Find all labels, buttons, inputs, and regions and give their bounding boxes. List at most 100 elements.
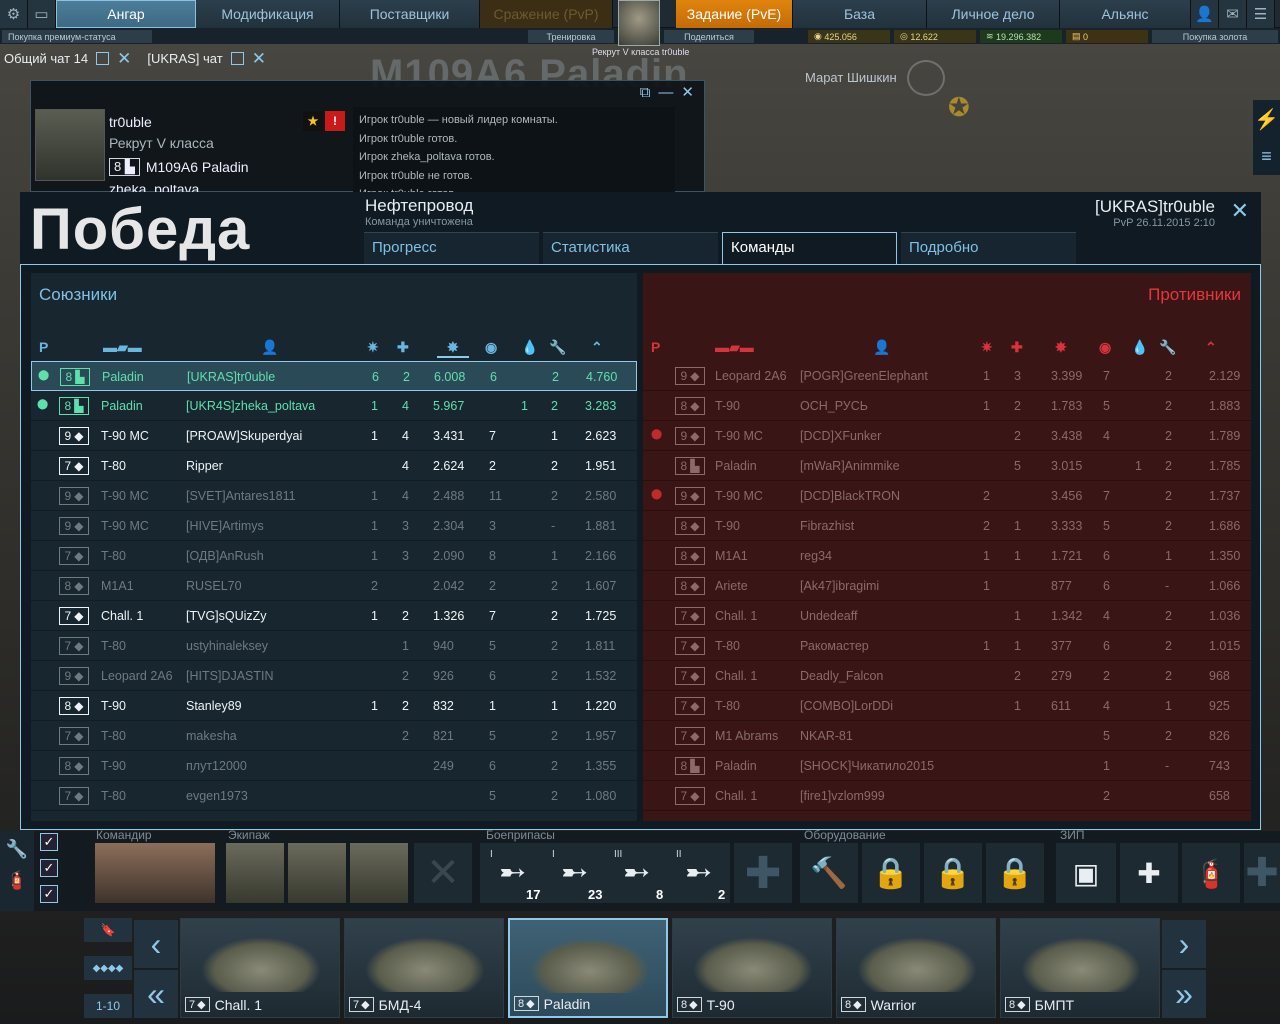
player-portrait[interactable]	[35, 109, 105, 181]
table-row[interactable]: 9 ◆ T-90 MC [HIVE]Artimys 1 3 2.304 3 - 1.881	[31, 511, 637, 541]
crew-portrait[interactable]	[350, 843, 408, 903]
table-row[interactable]: 7 ◆ M1 Abrams NKAR-81 5 2 826	[643, 721, 1251, 751]
repair-column-icon[interactable]: 🔧	[1159, 339, 1176, 356]
kills-column-icon[interactable]: ✷	[367, 339, 379, 356]
auto-repair-checkbox[interactable]: ✓	[40, 833, 58, 851]
window-restore-icon[interactable]: ⧉	[640, 84, 651, 101]
tank-column-icon[interactable]: ▬▰▬	[715, 339, 754, 356]
close-icon[interactable]: ✕	[252, 50, 266, 67]
table-row[interactable]: ⬤ 8 ▙ Paladin [UKRAS]tr0uble 6 2 6.008 6 2 4.760	[31, 361, 637, 391]
tab-pvp[interactable]: Сражение (PvP)	[480, 0, 613, 28]
spotting-column-icon[interactable]: ◉	[1099, 339, 1111, 356]
carousel-next-button[interactable]: ›	[1162, 920, 1206, 968]
screen-icon[interactable]: ▭	[28, 0, 56, 28]
table-row[interactable]: 9 ◆ Leopard 2A6 [POGR]GreenElephant 1 3 3.399 7…	[643, 361, 1251, 391]
table-row[interactable]: 7 ◆ Chall. 1 [TVG]sQUizZy 1 2 1.326 7 2 1.725	[31, 601, 637, 631]
menu-icon[interactable]: ☰	[1247, 0, 1275, 28]
profile-icon[interactable]: 👤	[1191, 0, 1219, 28]
table-row[interactable]: 7 ◆ T-80 makesha 2 821 5 2 1.957	[31, 721, 637, 751]
table-row[interactable]: 8 ◆ M1A1 reg34 1 1 1.721 6 1 1.350	[643, 541, 1251, 571]
capture-column-icon[interactable]: 💧	[1131, 339, 1148, 356]
carousel-prev-button[interactable]: ‹	[134, 920, 178, 968]
table-row[interactable]: 7 ◆ T-80 Ripper 4 2.624 2 2 1.951	[31, 451, 637, 481]
crew-portrait[interactable]	[226, 843, 284, 903]
damage-column-icon[interactable]: ✸	[1055, 339, 1067, 356]
score-column-icon[interactable]: ⌃	[1205, 339, 1217, 356]
player-column-icon[interactable]: 👤	[873, 339, 890, 356]
carousel-first-button[interactable]: «	[134, 970, 178, 1018]
shell-icon[interactable]: ➹	[676, 849, 722, 895]
kills-column-icon[interactable]: ✷	[981, 339, 993, 356]
tank-column-icon[interactable]: ▬▰▬	[103, 339, 142, 356]
close-icon[interactable]: ✕	[1231, 198, 1249, 224]
crew-portrait[interactable]	[288, 843, 346, 903]
class-filter-icon[interactable]: ◆◆◆◆	[84, 956, 132, 980]
add-ammo-icon[interactable]: ✚	[734, 843, 792, 903]
carousel-tank-card[interactable]: 7 ◆ БМД-4	[344, 918, 504, 1018]
table-row[interactable]: ⬤ 9 ◆ T-90 MC [DCD]XFunker 2 3.438 4 2 1.789	[643, 421, 1251, 451]
level-filter[interactable]: 1-10	[84, 994, 132, 1018]
carousel-tank-card[interactable]: 8 ◆ БМПТ	[1000, 918, 1160, 1018]
damage-column-icon[interactable]: ✸	[437, 339, 469, 358]
equipment-hammer-icon[interactable]: 🔨	[800, 843, 858, 903]
table-row[interactable]: 7 ◆ Chall. 1 [fire1]vzlom999 2 658	[643, 781, 1251, 811]
tab-pve[interactable]: Задание (PvE)	[676, 0, 793, 28]
table-row[interactable]: ⬤ 8 ▙ Paladin [UKR4S]zheka_poltava 1 4 5.967 1 2 3…	[31, 391, 637, 421]
wrench-icon[interactable]: 🔧	[0, 839, 34, 860]
tab-progress[interactable]: Прогресс	[364, 232, 539, 264]
score-column-icon[interactable]: ⌃	[591, 339, 603, 356]
auto-ammo-checkbox[interactable]: ✓	[40, 859, 58, 877]
assists-column-icon[interactable]: ✚	[1011, 339, 1023, 356]
minimize-icon[interactable]: —	[658, 84, 673, 101]
messages-icon[interactable]: ✉	[1219, 0, 1247, 28]
repair-kit-icon[interactable]: ▣	[1056, 843, 1116, 903]
settings-gear-icon[interactable]: ⚙	[0, 0, 28, 28]
commander-portrait[interactable]	[95, 843, 215, 903]
table-row[interactable]: 8 ◆ Ariete [Ak47]ibragimi 1 877 6 - 1.066	[643, 571, 1251, 601]
general-chat-label[interactable]: Общий чат 14	[4, 51, 88, 66]
table-row[interactable]: ⬤ 9 ◆ T-90 MC [DCD]BlackTRON 2 3.456 7 2 1.737	[643, 481, 1251, 511]
table-row[interactable]: 7 ◆ T-80 [ОДВ]AnRush 1 3 2.090 8 1 2.166	[31, 541, 637, 571]
table-row[interactable]: 9 ◆ T-90 MC [PROAW]Skuperdyai 1 4 3.431 7 1 2.623	[31, 421, 637, 451]
table-row[interactable]: 8 ▙ Paladin [mWaR]Animmike 5 3.015 1 2 1.785	[643, 451, 1251, 481]
bookmark-icon[interactable]: 🔖	[84, 918, 132, 942]
auto-equipment-checkbox[interactable]: ✓	[40, 885, 58, 903]
player-column-icon[interactable]: 👤	[261, 339, 278, 356]
table-row[interactable]: 9 ◆ Leopard 2A6 [HITS]DJASTIN 2 926 6 2 1.532	[31, 661, 637, 691]
table-row[interactable]: 7 ◆ Chall. 1 Deadly_Falcon 2 279 2 2 968	[643, 661, 1251, 691]
list-icon[interactable]: ≡	[1253, 138, 1280, 174]
extinguisher-icon[interactable]: 🧯	[1182, 843, 1240, 903]
table-row[interactable]: 8 ◆ T-90 ОСН_РУСЬ 1 2 1.783 5 2 1.883	[643, 391, 1251, 421]
general-chat-checkbox[interactable]	[96, 51, 110, 65]
clan-chat-checkbox[interactable]	[230, 51, 244, 65]
carousel-tank-card[interactable]: 7 ◆ Chall. 1	[180, 918, 340, 1018]
table-row[interactable]: 7 ◆ T-80 Ракомастер 1 1 377 6 2 1.015	[643, 631, 1251, 661]
training-button[interactable]: Тренировка	[528, 30, 614, 43]
add-zip-icon[interactable]: ✚	[1244, 843, 1280, 903]
assists-column-icon[interactable]: ✚	[397, 339, 409, 356]
repair-column-icon[interactable]: 🔧	[549, 339, 566, 356]
tab-teams[interactable]: Команды	[722, 232, 897, 265]
tab-modification[interactable]: Модификация	[196, 0, 340, 28]
carousel-tank-card[interactable]: 8 ◆ Warrior	[836, 918, 996, 1018]
table-row[interactable]: 7 ◆ Chall. 1 Undedeaff 1 1.342 4 2 1.036	[643, 601, 1251, 631]
tab-personal-file[interactable]: Личное дело	[927, 0, 1060, 28]
first-aid-kit-icon[interactable]: ✚	[1120, 843, 1178, 903]
spotting-column-icon[interactable]: ◉	[485, 339, 497, 356]
table-row[interactable]: 8 ▙ Paladin [SHOCK]Чикатило2015 1 - 743	[643, 751, 1251, 781]
tab-suppliers[interactable]: Поставщики	[340, 0, 480, 28]
table-row[interactable]: 7 ◆ T-80 evgen1973 5 2 1.080	[31, 781, 637, 811]
tab-statistics[interactable]: Статистика	[543, 232, 718, 264]
buy-premium-button[interactable]: Покупка премиум-статуса	[2, 30, 152, 43]
carousel-tank-card[interactable]: 8 ◆ T-90	[672, 918, 832, 1018]
empty-crew-slot-icon[interactable]: ✕	[414, 843, 472, 903]
table-row[interactable]: 8 ◆ T-90 плут12000 249 6 2 1.355	[31, 751, 637, 781]
carousel-last-button[interactable]: »	[1162, 970, 1206, 1018]
tab-base[interactable]: База	[793, 0, 927, 28]
capture-column-icon[interactable]: 💧	[521, 339, 538, 356]
lightning-icon[interactable]: ⚡	[1253, 100, 1280, 138]
tab-alliance[interactable]: Альянс	[1060, 0, 1191, 28]
close-icon[interactable]: ✕	[117, 50, 131, 67]
share-button[interactable]: Поделиться	[664, 30, 754, 43]
table-row[interactable]: 9 ◆ T-90 MC [SVET]Antares1811 1 4 2.488 11 2 2.58…	[31, 481, 637, 511]
